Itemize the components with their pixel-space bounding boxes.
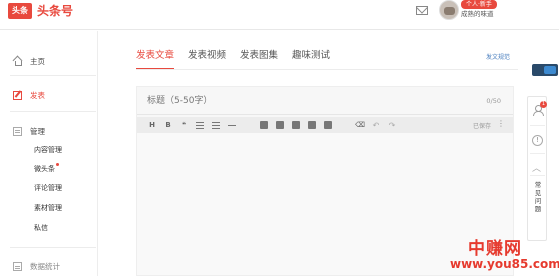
tab-publish-gallery[interactable]: 发表图集 [240,48,278,66]
edit-icon [13,90,22,100]
sidebar-item-home[interactable]: 主页 [13,54,45,68]
format-clear-button[interactable]: ⌫ [354,119,366,131]
title-input[interactable] [137,87,513,115]
logo-text[interactable]: 头条号 [37,3,73,19]
ordered-list-icon [212,124,220,126]
sidebar-divider [10,111,96,112]
insert-audio-button[interactable] [290,119,302,131]
avatar[interactable] [439,0,459,20]
home-icon [13,57,22,66]
sidebar: 主页 发表 管理 内容管理 微头条 评论管理 素材管理 私信 数据统计 [0,31,98,276]
sidebar-sub-material-manage[interactable]: 素材管理 [34,203,62,213]
username[interactable]: 成熟的味道 [461,10,494,18]
editor-content-area[interactable] [137,133,513,275]
insert-product-button[interactable] [322,119,334,131]
publish-tabs: 发表文章 发表视频 发表图集 趣味测试 [136,48,344,70]
faq-button[interactable]: 常见问题 [533,181,543,213]
insert-video-button[interactable] [274,119,286,131]
audio-icon [292,121,300,129]
ordered-list-button[interactable] [210,119,222,131]
new-dot-indicator [56,163,59,166]
insert-vote-button[interactable] [306,119,318,131]
rbar-divider [530,175,545,176]
list-icon [196,124,204,126]
sidebar-item-manage[interactable]: 管理 [13,124,45,138]
vote-icon [308,121,316,129]
blockquote-button[interactable]: ❝ [178,119,190,131]
sidebar-divider [10,75,96,76]
unordered-list-button[interactable] [194,119,206,131]
tab-publish-article[interactable]: 发表文章 [136,48,175,70]
sidebar-item-publish[interactable]: 发表 [13,88,45,102]
notification-count-badge: 1 [540,101,547,108]
sidebar-sub-messages[interactable]: 私信 [34,223,48,233]
sidebar-sub-comment-manage[interactable]: 评论管理 [34,183,62,193]
product-icon [324,121,332,129]
insert-image-button[interactable] [258,119,270,131]
sidebar-item-stats[interactable]: 数据统计 [13,259,60,273]
rbar-divider [530,125,545,126]
image-icon [260,121,268,129]
tab-fun-quiz[interactable]: 趣味测试 [292,48,330,66]
rbar-divider [530,153,545,154]
top-header: 头条 头条号 个人·新手 成熟的味道 [0,0,559,30]
editor-toolbar: H B ❝ ⌫ ↶ ↷ 已保存 ⋮ [137,117,513,133]
user-level-badge: 个人·新手 [461,0,497,9]
horizontal-rule-button[interactable] [226,119,238,131]
tab-publish-video[interactable]: 发表视频 [188,48,226,66]
video-icon [276,121,284,129]
sidebar-sub-content-manage[interactable]: 内容管理 [34,145,62,155]
logo-icon[interactable]: 头条 [8,3,32,19]
manage-icon [13,126,22,136]
sidebar-divider [10,247,96,248]
sidebar-sub-weitoutiao[interactable]: 微头条 [34,163,59,174]
sidebar-item-label: 数据统计 [30,261,60,271]
stats-icon [13,261,22,271]
sidebar-sub-label: 微头条 [34,165,55,173]
save-status: 已保存 [472,123,491,130]
sidebar-item-label: 主页 [30,56,45,66]
publish-spec-link[interactable]: 发文规范 [486,52,510,61]
sidebar-item-label: 发表 [30,90,45,100]
hr-icon [228,124,236,126]
tabs-divider [136,69,518,70]
side-promo-thumbnail[interactable] [532,64,558,76]
watermark-site-name: 中赚网 [468,239,522,259]
more-icon[interactable]: ⋮ [497,119,505,128]
undo-button[interactable]: ↶ [370,119,382,131]
mail-icon[interactable] [416,6,428,15]
redo-button[interactable]: ↷ [386,119,398,131]
bold-button[interactable]: B [162,119,174,131]
right-float-bar: 1 ! ︿ 常见问题 [527,96,547,241]
title-char-count: 0/50 [486,97,501,105]
back-to-top-icon[interactable]: ︿ [532,161,541,174]
sidebar-item-label: 管理 [30,126,45,136]
article-editor: 0/50 H B ❝ ⌫ ↶ ↷ 已保存 ⋮ [136,86,514,276]
heading-button[interactable]: H [146,119,158,131]
watermark-site-url: www.you85.com [450,257,559,271]
help-icon[interactable]: ! [532,135,543,146]
